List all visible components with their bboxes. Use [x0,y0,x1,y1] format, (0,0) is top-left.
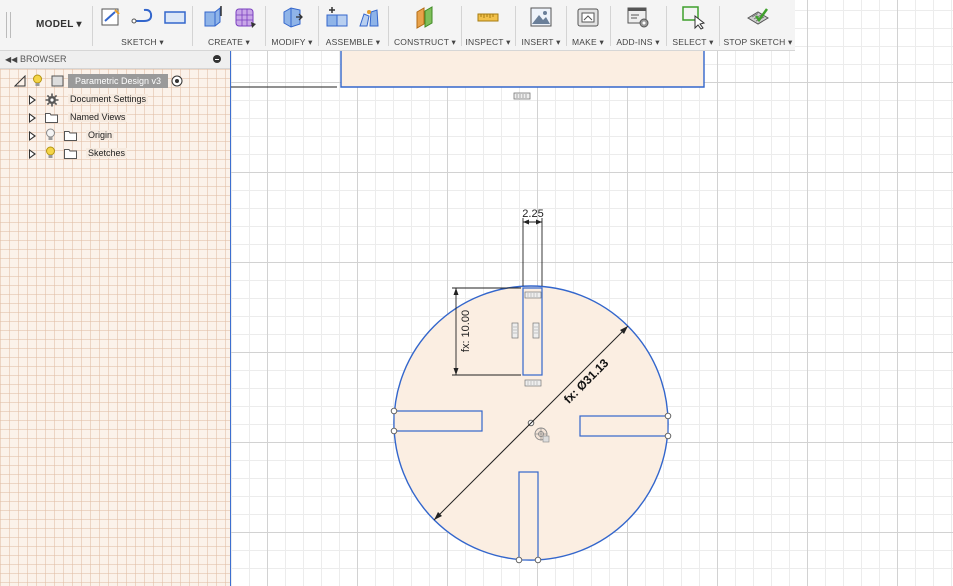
sketch-menu-label[interactable]: SKETCH ▾ [95,37,190,48]
gear-icon [45,93,59,107]
inspect-menu-label[interactable]: INSPECT ▾ [463,37,513,48]
modify-group[interactable]: MODIFY ▾ [267,0,317,50]
tree-item-origin[interactable]: Origin [0,128,230,144]
insert-menu-label[interactable]: INSERT ▾ [517,37,565,48]
stop-sketch-icon[interactable] [745,4,771,30]
visibility-bulb-icon[interactable] [45,146,56,159]
new-component-icon[interactable] [324,4,350,30]
tree-item-label[interactable]: Sketches [86,148,128,158]
toolbar-divider [92,6,93,46]
dimension-slot-width-text[interactable]: 2.25 [522,208,543,220]
browser-minimize-icon[interactable] [213,55,221,63]
slot-left[interactable] [393,410,483,432]
expand-arrow-icon[interactable] [29,113,36,123]
visibility-bulb-icon[interactable] [45,128,56,141]
joint-icon[interactable] [356,4,382,30]
assemble-group[interactable]: ASSEMBLE ▾ [320,0,386,50]
tree-root[interactable]: Parametric Design v3 [0,74,230,90]
browser-header: ◀◀ BROWSER [0,51,230,69]
tree-item-label[interactable]: Origin [86,130,115,140]
expand-arrow-icon[interactable] [29,131,36,141]
addins-menu-label[interactable]: ADD-INS ▾ [612,37,664,48]
tree-item-named-views[interactable]: Named Views [0,110,230,126]
visibility-bulb-icon[interactable] [32,74,43,87]
toolbar-divider [719,6,720,46]
slot-bottom[interactable] [518,471,539,561]
tree-item-document-settings[interactable]: Document Settings [0,92,230,108]
browser-panel: ◀◀ BROWSER Parametric Design v3 Document… [0,51,231,586]
make-group[interactable]: MAKE ▾ [568,0,608,50]
toolbar-divider [566,6,567,46]
3d-print-icon[interactable] [575,4,601,30]
expand-arrow-icon[interactable] [29,95,36,105]
tree-item-label[interactable]: Document Settings [68,94,149,104]
stop-sketch-menu-label[interactable]: STOP SKETCH ▾ [721,37,795,48]
create-sketch-icon[interactable] [98,4,124,30]
select-group[interactable]: SELECT ▾ [668,0,718,50]
collapse-browser-icon[interactable]: ◀◀ [5,55,17,64]
tree-item-label[interactable]: Named Views [68,112,128,122]
insert-group[interactable]: INSERT ▾ [517,0,565,50]
root-component-label[interactable]: Parametric Design v3 [68,74,168,88]
construct-menu-label[interactable]: CONSTRUCT ▾ [390,37,460,48]
assemble-menu-label[interactable]: ASSEMBLE ▾ [320,37,386,48]
tree-item-sketches[interactable]: Sketches [0,146,230,162]
toolbar-divider [610,6,611,46]
measure-icon[interactable] [475,4,501,30]
toolbar-divider [192,6,193,46]
make-menu-label[interactable]: MAKE ▾ [568,37,608,48]
offset-plane-icon[interactable] [412,4,438,30]
press-pull-icon[interactable] [279,4,305,30]
scripts-addins-icon[interactable] [625,4,651,30]
construct-group[interactable]: CONSTRUCT ▾ [390,0,460,50]
extrude-icon[interactable] [200,4,226,30]
toolbar-divider [388,6,389,46]
browser-title: BROWSER [20,54,67,64]
addins-group[interactable]: ADD-INS ▾ [612,0,664,50]
upper-constraint-icon[interactable] [513,92,531,100]
rectangle-icon[interactable] [162,4,188,30]
toolbar-divider [318,6,319,46]
activate-component-icon[interactable] [171,75,183,87]
browser-tree: Parametric Design v3 Document Settings N… [0,69,230,586]
create-group[interactable]: CREATE ▾ [194,0,264,50]
dimension-slot-length-text[interactable]: fx: 10.00 [460,310,472,352]
expand-arrow-icon[interactable] [29,149,36,159]
toolbar-divider [265,6,266,46]
line-icon[interactable] [130,4,156,30]
toolbar-divider [461,6,462,46]
dimension-slot-width[interactable] [522,218,543,286]
slot-right[interactable] [579,415,669,437]
toolbar-divider [515,6,516,46]
main-toolbar: MODEL ▾ SKETCH ▾ CREATE ▾ MODIFY ▾ ASSEM… [0,0,795,51]
document-icon [51,75,64,87]
expand-triangle-icon[interactable] [14,75,26,87]
create-menu-label[interactable]: CREATE ▾ [194,37,264,48]
sketch-group[interactable]: SKETCH ▾ [95,0,190,50]
select-menu-label[interactable]: SELECT ▾ [668,37,718,48]
modify-menu-label[interactable]: MODIFY ▾ [267,37,317,48]
folder-icon [45,113,58,123]
insert-image-icon[interactable] [528,4,554,30]
inspect-group[interactable]: INSPECT ▾ [463,0,513,50]
select-cursor-icon[interactable] [680,4,706,30]
toolbar-grip[interactable] [6,12,11,38]
toolbar-divider [666,6,667,46]
stop-sketch-group[interactable]: STOP SKETCH ▾ [721,0,795,50]
upper-sketch-region[interactable] [341,50,704,87]
form-icon[interactable] [232,4,258,30]
folder-icon [64,131,77,141]
folder-icon [64,149,77,159]
